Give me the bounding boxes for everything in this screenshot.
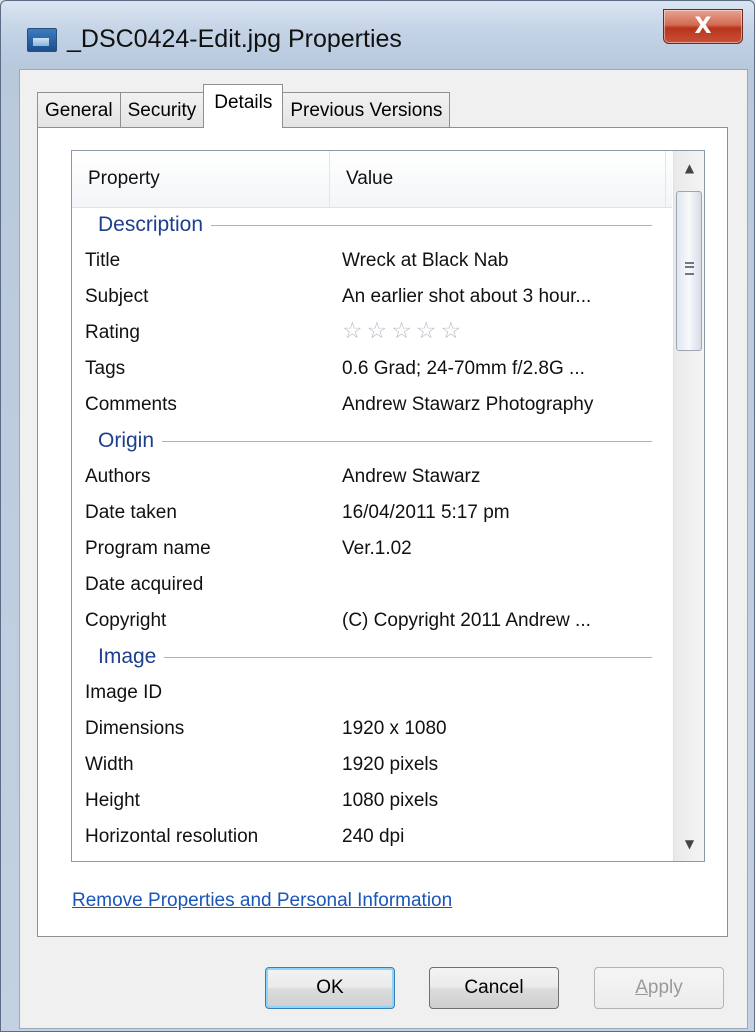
property-name: Rating — [85, 322, 140, 343]
property-name: Width — [85, 754, 134, 775]
property-value[interactable]: 1080 pixels — [342, 790, 438, 812]
property-name: Program name — [85, 538, 211, 559]
properties-window: _DSC0424-Edit.jpg Properties X General S… — [0, 0, 755, 1032]
apply-label: pply — [647, 977, 683, 998]
property-row-subject[interactable]: Subject An earlier shot about 3 hour... — [72, 279, 672, 315]
tab-strip: General Security Details Previous Versio… — [37, 84, 451, 128]
group-divider — [162, 440, 652, 442]
property-value[interactable]: Ver.1.02 — [342, 538, 412, 560]
title-bar[interactable]: _DSC0424-Edit.jpg Properties X — [1, 1, 754, 67]
property-row-copyright[interactable]: Copyright (C) Copyright 2011 Andrew ... — [72, 603, 672, 639]
property-value[interactable]: Andrew Stawarz — [342, 466, 480, 488]
group-header-description[interactable]: Description — [72, 207, 672, 243]
group-label: Image — [98, 645, 157, 668]
tab-previous-versions[interactable]: Previous Versions — [282, 92, 451, 128]
group-divider — [211, 224, 652, 226]
tab-security[interactable]: Security — [119, 92, 205, 128]
chevron-up-icon[interactable]: ▲ — [674, 151, 704, 185]
property-row-title[interactable]: Title Wreck at Black Nab — [72, 243, 672, 279]
property-value[interactable]: Andrew Stawarz Photography — [342, 394, 593, 416]
property-value[interactable]: 1920 x 1080 — [342, 718, 447, 740]
property-value[interactable]: Wreck at Black Nab — [342, 250, 508, 272]
property-value[interactable]: 0.6 Grad; 24-70mm f/2.8G ... — [342, 358, 585, 380]
column-header-property[interactable]: Property — [72, 151, 330, 207]
property-name: Authors — [85, 466, 151, 487]
property-name: Image ID — [85, 682, 163, 703]
vertical-scrollbar[interactable]: ▲ ▼ — [673, 151, 704, 861]
group-divider — [164, 656, 652, 658]
property-row-dimensions[interactable]: Dimensions 1920 x 1080 — [72, 711, 672, 747]
tab-general[interactable]: General — [37, 92, 121, 128]
image-file-icon — [27, 28, 57, 52]
property-row-authors[interactable]: Authors Andrew Stawarz — [72, 459, 672, 495]
group-label: Origin — [98, 429, 155, 452]
property-value[interactable]: 16/04/2011 5:17 pm — [342, 502, 510, 524]
property-row-date-acquired[interactable]: Date acquired — [72, 567, 672, 603]
property-row-tags[interactable]: Tags 0.6 Grad; 24-70mm f/2.8G ... — [72, 351, 672, 387]
group-label: Description — [98, 213, 204, 236]
window-title: _DSC0424-Edit.jpg Properties — [67, 25, 402, 53]
property-name: Title — [85, 250, 121, 271]
property-row-height[interactable]: Height 1080 pixels — [72, 783, 672, 819]
remove-properties-link[interactable]: Remove Properties and Personal Informati… — [72, 890, 452, 912]
property-name: Comments — [85, 394, 177, 415]
property-name: Height — [85, 790, 140, 811]
scrollbar-thumb[interactable] — [676, 191, 702, 351]
star-icon[interactable]: ☆ — [367, 320, 388, 343]
apply-button[interactable]: Apply — [594, 967, 724, 1009]
grip-icon — [685, 262, 694, 275]
property-row-horizontal-resolution[interactable]: Horizontal resolution 240 dpi — [72, 819, 672, 855]
property-name: Horizontal resolution — [85, 826, 259, 847]
cancel-button[interactable]: Cancel — [429, 967, 559, 1009]
rating-stars[interactable]: ☆ ☆ ☆ ☆ ☆ — [342, 320, 461, 343]
property-rows: Description Title Wreck at Black Nab Sub… — [72, 207, 672, 855]
property-row-rating[interactable]: Rating ☆ ☆ ☆ ☆ ☆ — [72, 315, 672, 351]
property-name: Date taken — [85, 502, 177, 523]
star-icon[interactable]: ☆ — [441, 320, 462, 343]
close-button[interactable]: X — [663, 9, 743, 44]
star-icon[interactable]: ☆ — [416, 320, 437, 343]
property-row-program-name[interactable]: Program name Ver.1.02 — [72, 531, 672, 567]
property-name: Dimensions — [85, 718, 185, 739]
property-row-date-taken[interactable]: Date taken 16/04/2011 5:17 pm — [72, 495, 672, 531]
property-name: Tags — [85, 358, 126, 379]
property-value[interactable]: 1920 pixels — [342, 754, 438, 776]
star-icon[interactable]: ☆ — [342, 320, 363, 343]
property-value[interactable]: 240 dpi — [342, 826, 404, 848]
property-row-comments[interactable]: Comments Andrew Stawarz Photography — [72, 387, 672, 423]
property-value[interactable]: An earlier shot about 3 hour... — [342, 286, 591, 308]
property-name: Subject — [85, 286, 149, 307]
tab-details[interactable]: Details — [203, 84, 284, 128]
property-row-width[interactable]: Width 1920 pixels — [72, 747, 672, 783]
property-name: Copyright — [85, 610, 167, 631]
property-value[interactable]: (C) Copyright 2011 Andrew ... — [342, 610, 591, 632]
apply-accelerator: A — [635, 977, 648, 998]
column-header-value[interactable]: Value — [330, 151, 666, 207]
group-header-origin[interactable]: Origin — [72, 423, 672, 459]
ok-button[interactable]: OK — [265, 967, 395, 1009]
property-name: Date acquired — [85, 574, 204, 595]
group-header-image[interactable]: Image — [72, 639, 672, 675]
property-row-image-id[interactable]: Image ID — [72, 675, 672, 711]
list-header: Property Value — [72, 151, 672, 208]
chevron-down-icon[interactable]: ▼ — [674, 827, 704, 861]
property-list[interactable]: Property Value Description Title Wreck a… — [71, 150, 705, 862]
close-icon: X — [694, 14, 712, 39]
star-icon[interactable]: ☆ — [391, 320, 412, 343]
